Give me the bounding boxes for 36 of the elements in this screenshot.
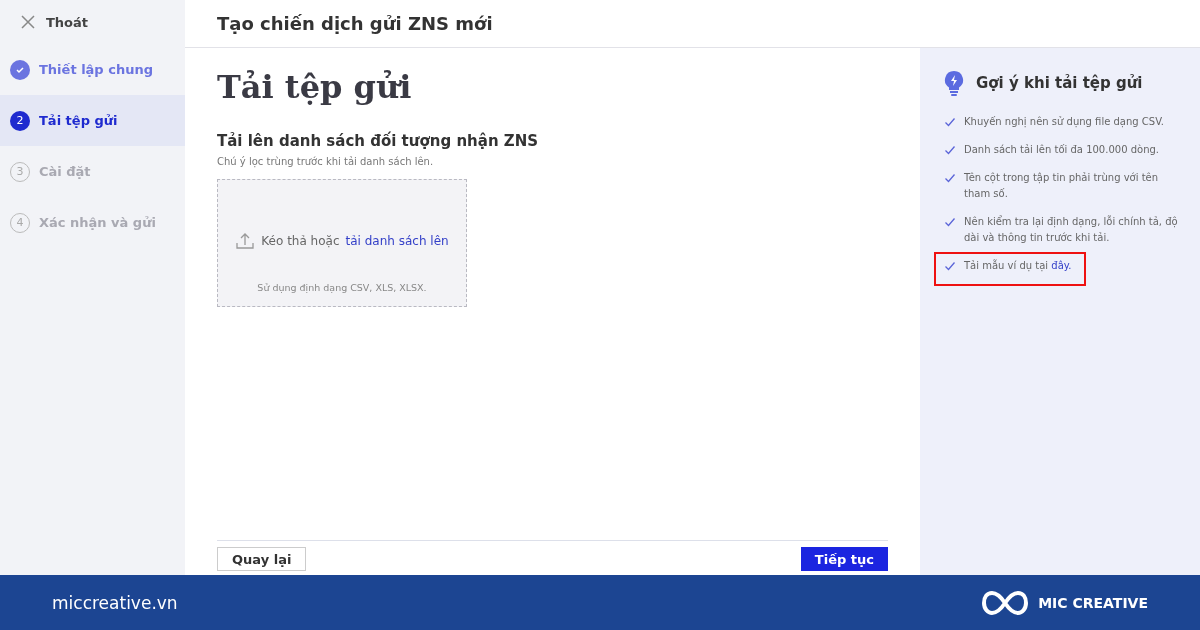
dropzone-text: Kéo thả hoặc [261,234,340,248]
upload-icon [235,232,256,250]
back-button[interactable]: Quay lại [217,547,307,571]
brand-name: MIC CREATIVE [1038,594,1148,611]
next-button[interactable]: Tiếp tục [800,547,888,571]
infinity-logo-icon [982,588,1029,617]
check-icon [944,216,956,228]
check-icon [944,116,956,128]
tips-title: Gợi ý khi tải tệp gửi [976,74,1143,92]
exit-button[interactable]: Thoát [0,0,185,44]
check-icon [944,172,956,184]
step-label: Tải tệp gửi [39,113,118,128]
page-title: Tạo chiến dịch gửi ZNS mới [217,13,493,34]
check-icon [944,144,956,156]
step-label: Xác nhận và gửi [39,215,156,230]
tip-text: Tải mẫu ví dụ tại đây. [964,258,1072,273]
formats-text: Sử dụng định dạng CSV, XLS, XLSX. [257,282,427,293]
hint-text: Chú ý lọc trùng trước khi tải danh sách lên. [217,156,435,167]
tip-text: Tên cột trong tập tin phải trùng với tên tham số. [964,171,1160,201]
step-item[interactable]: Thiết lập chung [0,44,185,95]
step-label: Cài đặt [39,164,91,179]
tip-text: Nên kiểm tra lại định dạng, lỗi chính tả, độ dài và thông tin trước khi tải. [964,214,1179,245]
step-item[interactable]: 2 Tải tệp gửi [0,95,185,146]
check-icon [944,260,956,272]
upload-link[interactable]: tải danh sách lên [345,234,449,248]
step-label: Thiết lập chung [39,62,153,77]
site-address: miccreative.vn [52,592,178,613]
section-title: Tải lên danh sách đối tượng nhận ZNS [217,132,540,150]
close-icon [20,14,36,30]
tip-text: Khuyến nghị nên sử dụng file dạng CSV. [964,115,1164,130]
step-number: 2 [10,110,30,131]
upload-dropzone[interactable]: Kéo thả hoặc tải danh sách lên Sử dụng định dạng CSV, XLS, XLSX. [217,179,467,307]
step-title: Tải tệp gửi [217,68,413,106]
tip-text: Danh sách tải lên tối đa 100.000 dòng. [964,143,1159,157]
sample-link[interactable]: đây. [1051,260,1072,271]
lightbulb-icon [944,70,964,96]
